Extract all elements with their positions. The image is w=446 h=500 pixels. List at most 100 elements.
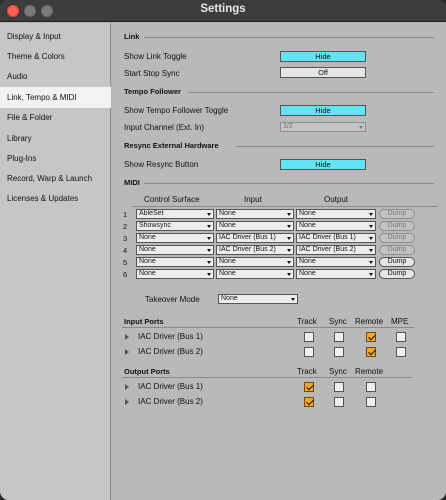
remote-checkbox[interactable] (366, 347, 376, 357)
chevron-down-icon (369, 261, 373, 264)
remote-checkbox[interactable] (366, 332, 376, 342)
port-name: IAC Driver (Bus 2) (138, 347, 203, 356)
show-resync-button-label: Show Resync Button (124, 160, 199, 169)
remote-checkbox[interactable] (366, 382, 376, 392)
midi-output-dropdown-1-value: None (299, 210, 316, 217)
chevron-down-icon (359, 126, 363, 129)
sidebar-item-display-input[interactable]: Display & Input (0, 26, 111, 47)
dump-button-1[interactable]: Dump (379, 209, 415, 219)
midi-row-number: 3 (123, 234, 128, 243)
show-resync-button-toggle[interactable]: Hide (280, 159, 366, 170)
sidebar-item-record-warp-launch[interactable]: Record, Warp & Launch (0, 168, 111, 189)
input-ports-row: IAC Driver (Bus 2) (112, 346, 422, 358)
sidebar: Display & Input Theme & Colors Audio Lin… (0, 23, 111, 500)
triangle-right-icon[interactable] (125, 334, 129, 340)
output-ports-track-header: Track (297, 367, 317, 376)
chevron-down-icon (291, 298, 295, 301)
chevron-down-icon (369, 237, 373, 240)
sidebar-item-library[interactable]: Library (0, 128, 111, 149)
triangle-right-icon[interactable] (125, 349, 129, 355)
midi-section-divider (144, 183, 434, 184)
input-ports-track-header: Track (297, 317, 317, 326)
control-surface-dropdown-3[interactable]: None (136, 233, 214, 243)
midi-input-dropdown-6[interactable]: None (216, 269, 294, 279)
remote-checkbox[interactable] (366, 397, 376, 407)
control-surface-dropdown-6[interactable]: None (136, 269, 214, 279)
link-section-title: Link (124, 32, 140, 41)
midi-input-dropdown-2[interactable]: None (216, 221, 294, 231)
resync-section-divider (236, 146, 434, 147)
midi-output-dropdown-3[interactable]: IAC Driver (Bus 1) (296, 233, 376, 243)
dump-button-6[interactable]: Dump (379, 269, 415, 279)
control-surface-dropdown-2[interactable]: Showsync (136, 221, 214, 231)
sidebar-item-theme-colors[interactable]: Theme & Colors (0, 46, 111, 67)
track-checkbox[interactable] (304, 332, 314, 342)
input-channel-value: 1/2 (283, 123, 293, 130)
triangle-right-icon[interactable] (125, 384, 129, 390)
sync-checkbox[interactable] (334, 347, 344, 357)
midi-output-dropdown-5[interactable]: None (296, 257, 376, 267)
chevron-down-icon (287, 261, 291, 264)
tempo-follower-section-divider (188, 92, 434, 93)
midi-output-dropdown-4[interactable]: IAC Driver (Bus 2) (296, 245, 376, 255)
chevron-down-icon (287, 237, 291, 240)
chevron-down-icon (287, 273, 291, 276)
input-ports-divider (122, 327, 414, 328)
track-checkbox[interactable] (304, 382, 314, 392)
sidebar-item-file-folder[interactable]: File & Folder (0, 107, 111, 128)
midi-output-dropdown-2[interactable]: None (296, 221, 376, 231)
tempo-follower-section-title: Tempo Follower (124, 87, 181, 96)
output-column-header: Output (324, 195, 349, 204)
sidebar-item-link-tempo-midi[interactable]: Link, Tempo & MIDI (0, 87, 111, 108)
sidebar-item-plug-ins[interactable]: Plug-Ins (0, 148, 111, 169)
port-name: IAC Driver (Bus 1) (138, 382, 203, 391)
chevron-down-icon (369, 225, 373, 228)
control-surface-dropdown-1[interactable]: AbleSet (136, 209, 214, 219)
chevron-down-icon (287, 213, 291, 216)
chevron-down-icon (207, 249, 211, 252)
show-link-toggle-button[interactable]: Hide (280, 51, 366, 62)
midi-input-dropdown-2-value: None (219, 222, 236, 229)
track-checkbox[interactable] (304, 347, 314, 357)
settings-window: Settings Display & Input Theme & Colors … (0, 0, 446, 500)
control-surface-dropdown-4[interactable]: None (136, 245, 214, 255)
input-ports-row: IAC Driver (Bus 1) (112, 331, 422, 343)
mpe-checkbox[interactable] (396, 347, 406, 357)
midi-output-dropdown-1[interactable]: None (296, 209, 376, 219)
dump-button-4[interactable]: Dump (379, 245, 415, 255)
control-surface-dropdown-1-value: AbleSet (139, 210, 164, 217)
control-surface-dropdown-5[interactable]: None (136, 257, 214, 267)
chevron-down-icon (207, 273, 211, 276)
show-tempo-follower-toggle-button[interactable]: Hide (280, 105, 366, 116)
dump-button-3[interactable]: Dump (379, 233, 415, 243)
input-channel-dropdown[interactable]: 1/2 (280, 122, 366, 132)
sync-checkbox[interactable] (334, 397, 344, 407)
takeover-mode-value: None (221, 295, 238, 302)
track-checkbox[interactable] (304, 397, 314, 407)
show-tempo-follower-toggle-label: Show Tempo Follower Toggle (124, 106, 229, 115)
mpe-checkbox[interactable] (396, 332, 406, 342)
sidebar-item-licenses-updates[interactable]: Licenses & Updates (0, 188, 111, 209)
input-ports-mpe-header: MPE (391, 317, 409, 326)
midi-input-dropdown-5[interactable]: None (216, 257, 294, 267)
triangle-right-icon[interactable] (125, 399, 129, 405)
output-ports-remote-header: Remote (355, 367, 384, 376)
midi-row-number: 6 (123, 270, 128, 279)
dump-button-2[interactable]: Dump (379, 221, 415, 231)
dump-button-5[interactable]: Dump (379, 257, 415, 267)
midi-output-dropdown-6[interactable]: None (296, 269, 376, 279)
sync-checkbox[interactable] (334, 332, 344, 342)
start-stop-sync-button[interactable]: Off (280, 67, 366, 78)
output-ports-sync-header: Sync (329, 367, 347, 376)
sync-checkbox[interactable] (334, 382, 344, 392)
sidebar-item-audio[interactable]: Audio (0, 66, 111, 87)
takeover-mode-dropdown[interactable]: None (218, 294, 298, 304)
window-title: Settings (200, 3, 246, 15)
midi-input-dropdown-4[interactable]: IAC Driver (Bus 2) (216, 245, 294, 255)
midi-input-dropdown-1[interactable]: None (216, 209, 294, 219)
midi-input-dropdown-3[interactable]: IAC Driver (Bus 1) (216, 233, 294, 243)
control-surface-dropdown-6-value: None (139, 270, 156, 277)
output-ports-divider (122, 377, 412, 378)
chevron-down-icon (207, 213, 211, 216)
midi-input-dropdown-6-value: None (219, 270, 236, 277)
